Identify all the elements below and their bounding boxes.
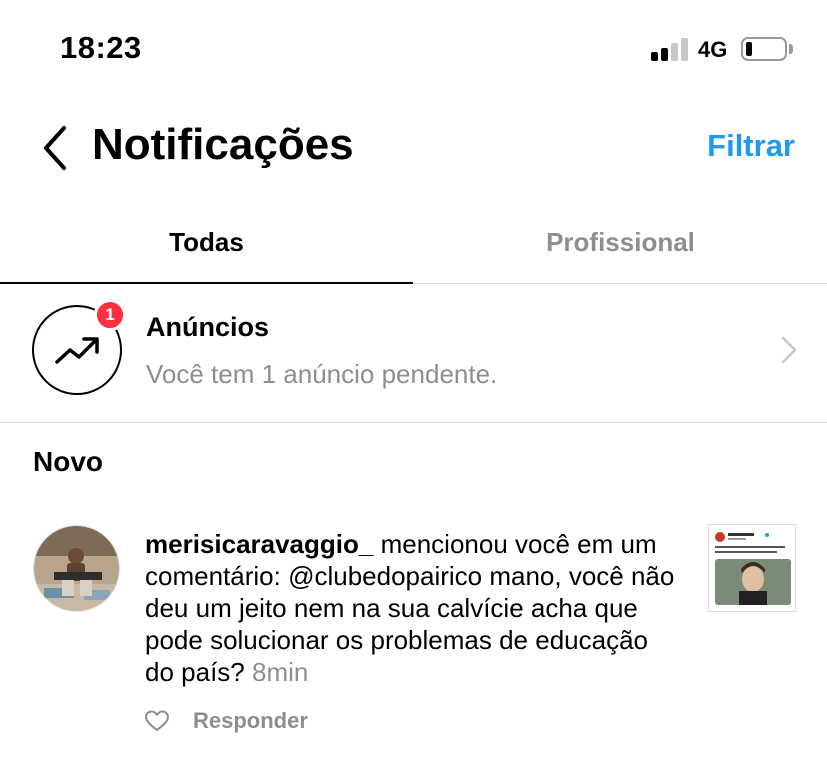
ads-subtitle: Você tem 1 anúncio pendente.: [146, 359, 498, 389]
notification-time: 8min: [251, 657, 309, 687]
tab-profissional[interactable]: Profissional: [414, 200, 827, 284]
notification-username[interactable]: merisicaravaggio_: [145, 529, 373, 559]
chevron-left-icon: [44, 126, 66, 170]
header: Notificações Filtrar: [0, 100, 827, 200]
page-title: Notificações: [92, 120, 354, 169]
back-button[interactable]: [34, 122, 74, 174]
post-thumbnail[interactable]: [708, 524, 796, 612]
trending-up-icon: [55, 337, 99, 364]
heart-icon[interactable]: [145, 710, 169, 732]
notification-actions: Responder: [145, 706, 308, 736]
post-thumbnail-image: [709, 525, 795, 611]
chevron-right-icon: [781, 336, 797, 364]
battery-tip: [789, 44, 793, 54]
tab-bar: Todas Profissional: [0, 200, 827, 284]
status-time: 18:23: [60, 30, 142, 65]
notification-item[interactable]: merisicaravaggio_ mencionou você em um c…: [0, 520, 827, 750]
avatar-photo: [34, 526, 119, 611]
avatar[interactable]: [33, 525, 120, 612]
status-bar: 18:23 4G: [0, 0, 827, 100]
network-type: 4G: [698, 37, 728, 62]
battery-level: [746, 42, 752, 56]
tab-todas[interactable]: Todas: [0, 200, 413, 284]
active-tab-indicator: [0, 282, 413, 284]
notification-count-badge: 1: [94, 299, 126, 331]
notification-message: merisicaravaggio_ mencionou você em um c…: [145, 528, 675, 688]
cellular-signal-icon: [651, 37, 691, 61]
ads-notification-row[interactable]: 1 Anúncios Você tem 1 anúncio pendente.: [0, 285, 827, 423]
ads-title: Anúncios: [146, 312, 270, 342]
filter-button[interactable]: Filtrar: [707, 128, 795, 164]
reply-button[interactable]: Responder: [193, 708, 308, 734]
section-title-novo: Novo: [33, 446, 103, 477]
battery-icon: [741, 37, 787, 61]
